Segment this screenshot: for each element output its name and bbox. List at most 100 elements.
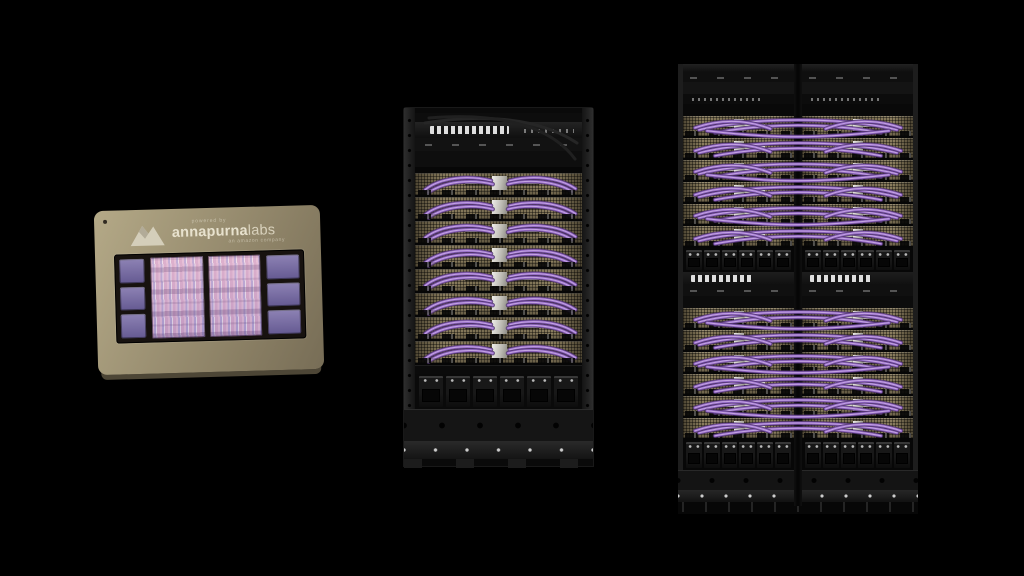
server-tray [802, 182, 913, 204]
server-tray [683, 418, 794, 440]
tray-connector [734, 377, 744, 389]
rack-feet [404, 459, 593, 468]
hbm-memory-stack [267, 282, 301, 307]
hbm-stack-column-left [119, 259, 146, 339]
patch-panel [683, 296, 794, 308]
psu-module [527, 376, 551, 407]
ai-accelerator-chip: powered by annapurnalabs an amazon compa… [94, 205, 324, 375]
tray-stack [415, 173, 582, 365]
photo-stage: powered by annapurnalabs an amazon compa… [0, 0, 1024, 576]
switch-unit [683, 72, 794, 82]
cable-bundle [415, 317, 584, 341]
tray-connector [853, 163, 863, 175]
psu-module [876, 442, 892, 468]
psu-module [500, 376, 524, 407]
server-tray [415, 317, 582, 341]
tray-connector [734, 185, 744, 197]
switch-led-row [683, 94, 794, 104]
psu-module [894, 442, 910, 468]
rack-bottom-rail [404, 441, 593, 459]
psu-row [683, 440, 794, 470]
psu-module [858, 442, 874, 468]
server-rack-single [403, 107, 594, 467]
cable-bundle [415, 245, 584, 269]
tray-connector [853, 229, 863, 241]
server-tray [415, 197, 582, 221]
psu-module [757, 442, 773, 468]
psu-module [894, 250, 910, 270]
psu-shelf-header [415, 365, 582, 374]
compute-die-area [150, 255, 262, 339]
tray-connector [853, 311, 863, 323]
server-tray [802, 396, 913, 418]
logo-text-block: powered by annapurnalabs an amazon compa… [172, 217, 289, 247]
server-tray [415, 245, 582, 269]
server-tray [683, 160, 794, 182]
cable-bundle [415, 293, 584, 317]
tray-connector [734, 229, 744, 241]
switch-port-strip [810, 275, 871, 282]
rack-column-right [802, 72, 913, 470]
tray-connector [734, 399, 744, 411]
hbm-memory-stack [119, 259, 145, 283]
server-tray [802, 204, 913, 226]
tray-connector [734, 421, 744, 433]
network-switch [802, 272, 913, 285]
server-tray [683, 116, 794, 138]
psu-module [841, 250, 857, 270]
tray-connector [734, 311, 744, 323]
rack-rail-right [913, 64, 918, 502]
server-bezel [802, 82, 913, 94]
switch-led-row [802, 94, 913, 104]
switch-unit [683, 285, 794, 296]
chip-substrate [114, 249, 306, 343]
server-tray [683, 374, 794, 396]
tray-connector [853, 207, 863, 219]
server-tray [683, 226, 794, 248]
server-tray [802, 352, 913, 374]
psu-module [775, 442, 791, 468]
server-bezel [683, 82, 794, 94]
psu-row [802, 440, 913, 470]
cable-bundle [415, 341, 584, 365]
tray-connector [853, 119, 863, 131]
hbm-stack-column-right [266, 254, 301, 334]
switch-unit [802, 285, 913, 296]
rack-center-divider [794, 64, 802, 506]
hbm-memory-stack [121, 314, 147, 338]
switch-unit [802, 72, 913, 82]
patch-panel [802, 296, 913, 308]
tray-stack-lower [683, 308, 794, 440]
top-cable-loops [415, 113, 584, 169]
cable-bundle [415, 197, 584, 221]
tray-stack-upper [802, 116, 913, 248]
psu-row [683, 248, 794, 272]
psu-module [805, 442, 821, 468]
server-tray [802, 160, 913, 182]
rack-base-panel [404, 409, 593, 441]
server-tray [802, 226, 913, 248]
server-tray [802, 418, 913, 440]
psu-module [805, 250, 821, 270]
server-tray [802, 138, 913, 160]
psu-module [686, 442, 702, 468]
tray-connector [853, 141, 863, 153]
compute-die [208, 255, 263, 337]
server-tray [683, 330, 794, 352]
tray-connector [734, 141, 744, 153]
tray-connector [853, 377, 863, 389]
tray-connector [734, 355, 744, 367]
psu-module [823, 250, 839, 270]
hbm-memory-stack [268, 310, 302, 335]
tray-stack-upper [683, 116, 794, 248]
compute-die [150, 256, 205, 338]
tray-connector [853, 399, 863, 411]
tray-connector [734, 207, 744, 219]
server-tray [802, 116, 913, 138]
psu-module [876, 250, 892, 270]
psu-row [802, 248, 913, 272]
psu-row [415, 374, 582, 409]
server-tray [415, 173, 582, 197]
psu-module [554, 376, 578, 407]
psu-module [841, 442, 857, 468]
